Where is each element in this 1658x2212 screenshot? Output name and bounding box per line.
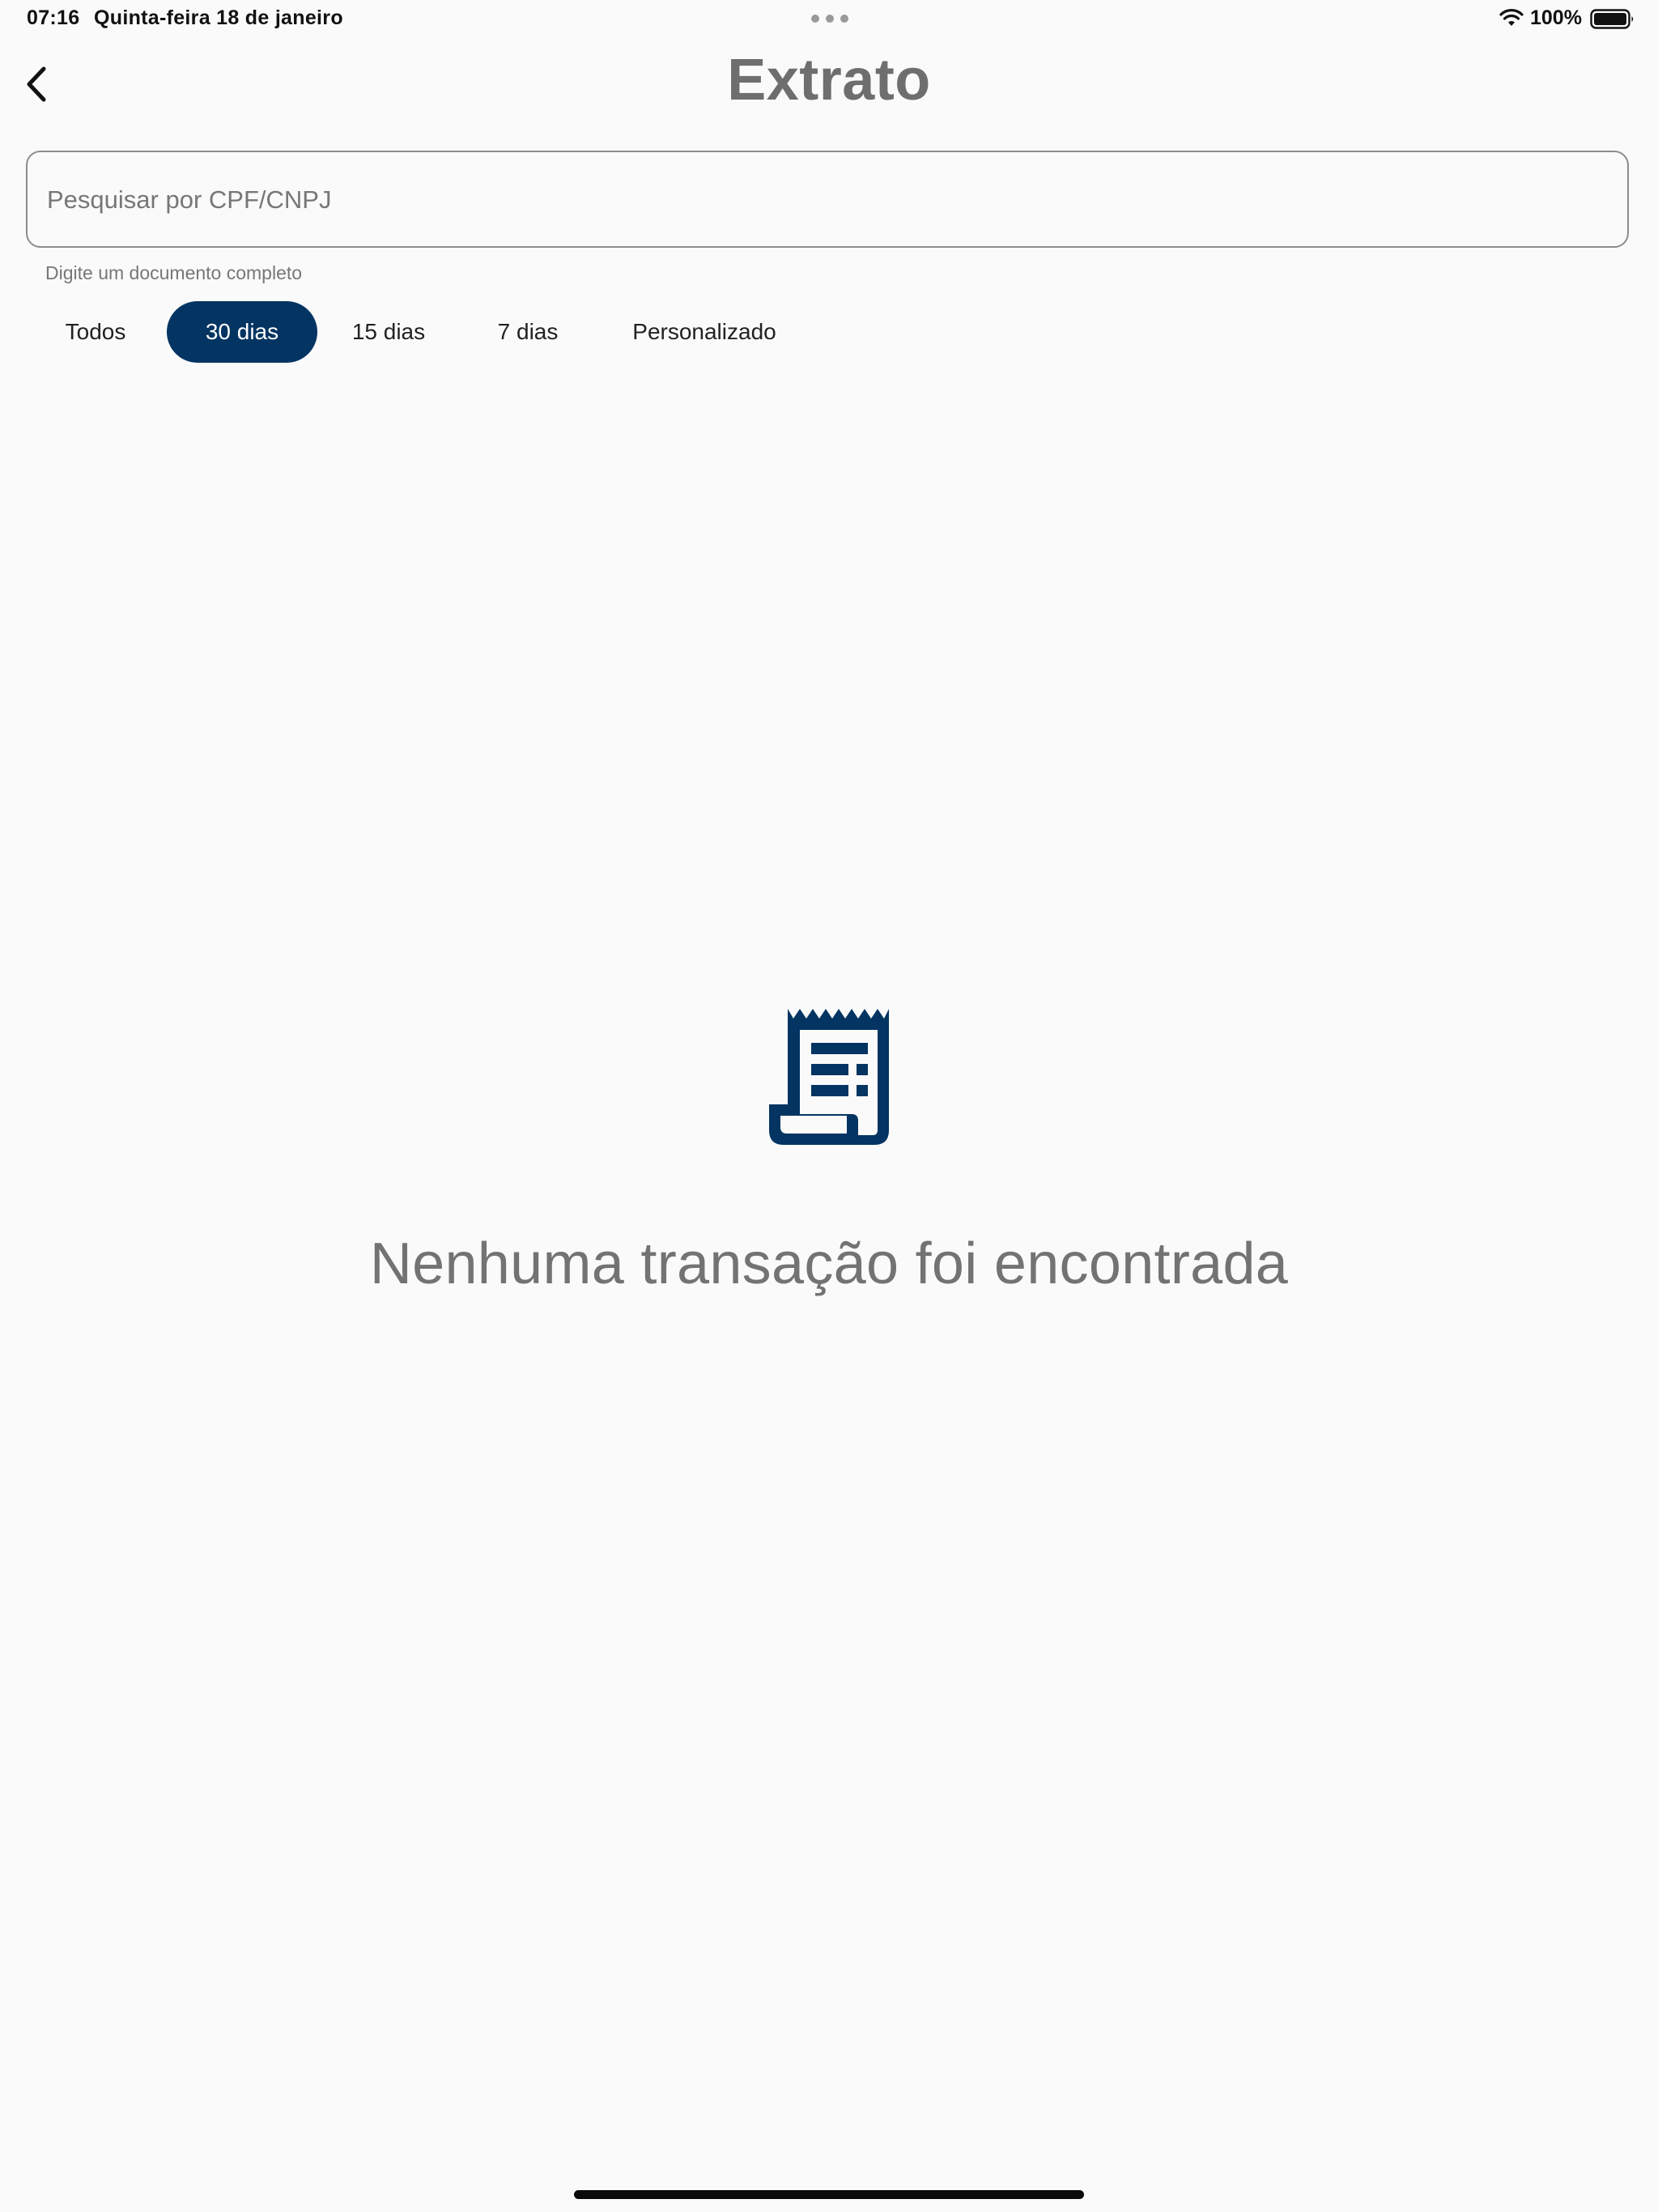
battery-icon xyxy=(1590,9,1634,29)
status-date: Quinta-feira 18 de janeiro xyxy=(94,6,343,29)
filter-chip-30-dias[interactable]: 30 dias xyxy=(167,301,317,363)
search-input[interactable] xyxy=(45,152,1587,248)
filter-chip-todos[interactable]: Todos xyxy=(39,301,152,363)
multitasking-dots-icon[interactable] xyxy=(811,15,848,23)
status-bar: 07:16 Quinta-feira 18 de janeiro 100% xyxy=(0,0,1658,39)
page-title: Extrato xyxy=(727,48,931,113)
empty-state-message: Nenhuma transação foi encontrada xyxy=(369,1231,1289,1296)
search-helper-text: Digite um documento completo xyxy=(45,262,303,283)
status-time: 07:16 xyxy=(27,6,80,29)
filter-chip-personalizado[interactable]: Personalizado xyxy=(615,301,793,363)
filter-chip-15-dias[interactable]: 15 dias xyxy=(332,301,445,363)
home-indicator[interactable] xyxy=(574,2190,1084,2199)
period-filter-bar: Todos 30 dias 15 dias 7 dias Personaliza… xyxy=(0,301,891,363)
wifi-icon xyxy=(1499,9,1524,26)
battery-percentage: 100% xyxy=(1530,6,1582,29)
filter-chip-7-dias[interactable]: 7 dias xyxy=(471,301,585,363)
receipt-icon xyxy=(769,1009,889,1145)
search-field[interactable] xyxy=(26,151,1629,248)
